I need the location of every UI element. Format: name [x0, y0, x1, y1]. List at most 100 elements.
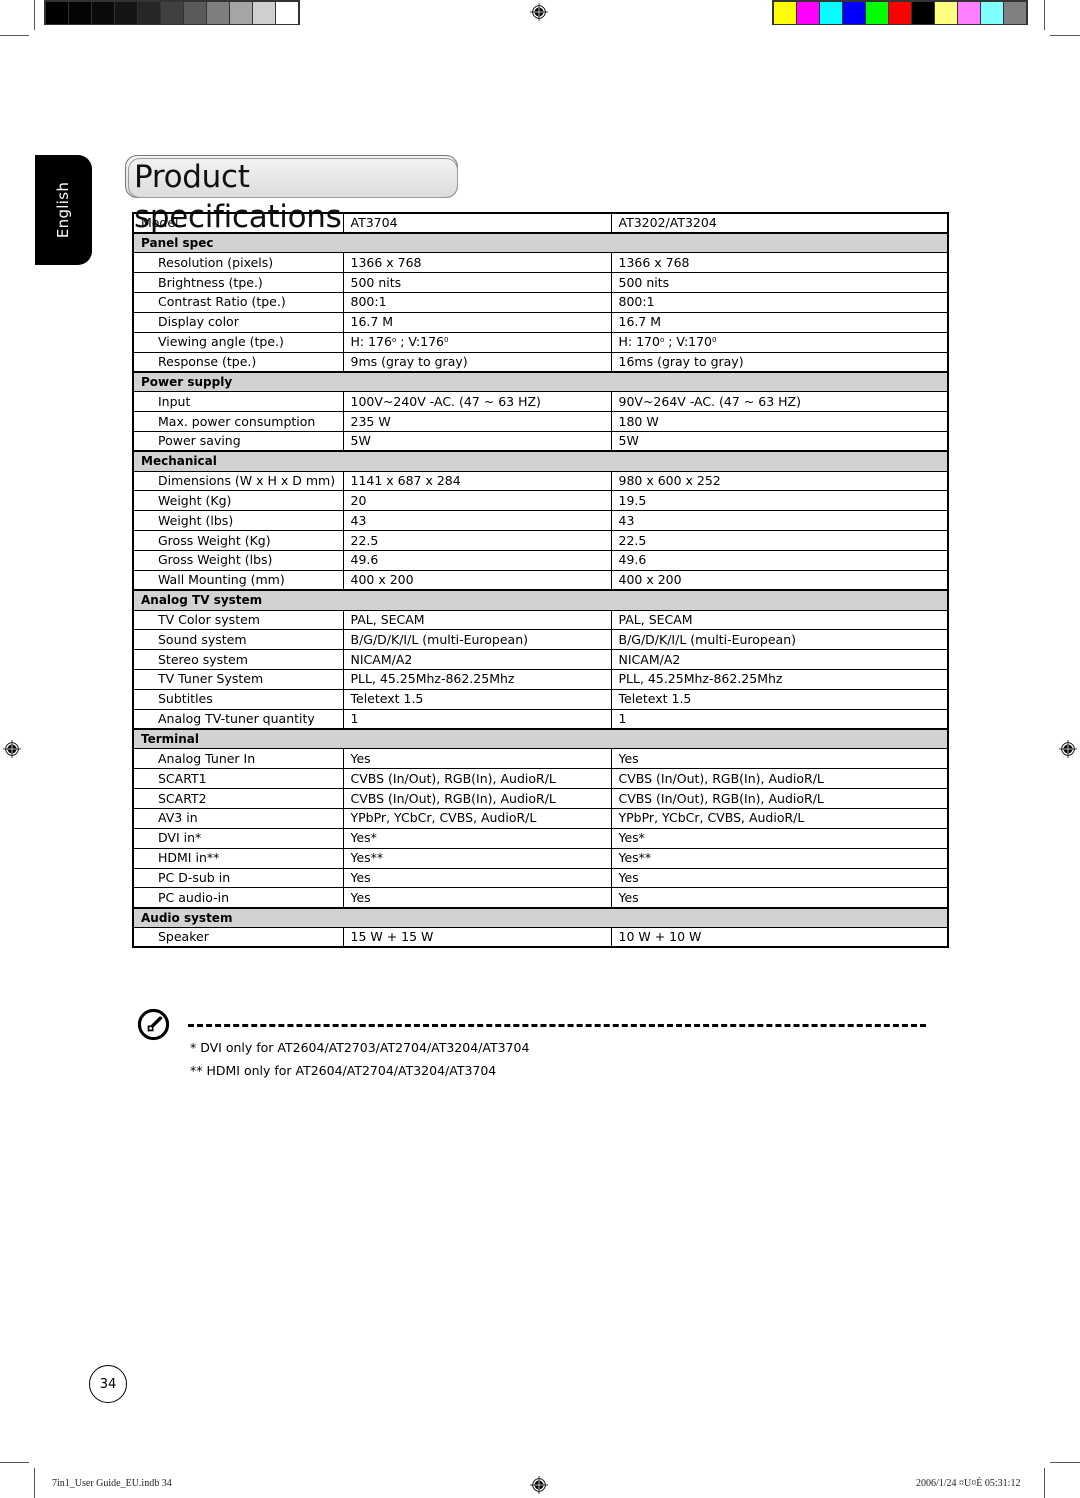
table-row: Response (tpe.) 9ms (gray to gray) 16ms (g…: [132, 351, 949, 373]
spec-label: Speaker: [132, 927, 344, 948]
table-row: Subtitles Teletext 1.5 Teletext 1.5: [132, 688, 949, 710]
spec-value-at3202-at3204: 800:1: [610, 292, 949, 313]
crop-mark-bottom-left-h: [0, 1462, 29, 1463]
spec-label: Analog Tuner In: [132, 748, 344, 770]
spec-value-at3704: 22.5: [342, 530, 612, 551]
table-row: PC D-sub in Yes Yes: [132, 867, 949, 889]
table-header-row: Model AT3704 AT3202/AT3204: [132, 212, 949, 234]
spec-label: Resolution (pixels): [132, 252, 344, 274]
table-row: Speaker 15 W + 15 W 10 W + 10 W: [132, 927, 949, 948]
gray-swatch: [276, 2, 298, 24]
gray-swatch: [184, 2, 206, 24]
table-row: PC audio-in Yes Yes: [132, 887, 949, 909]
section-heading: Mechanical: [132, 450, 949, 472]
spec-value-at3704: 5W: [342, 430, 612, 452]
crop-mark-top-left-h: [0, 35, 29, 36]
spec-value-at3202-at3204: B/G/D/K/I/L (multi-European): [610, 629, 949, 651]
header-cell-model-2: AT3202/AT3204: [610, 212, 949, 234]
gray-swatch: [115, 2, 137, 24]
spec-value-at3202-at3204: Yes: [610, 867, 949, 889]
section-heading: Audio system: [132, 906, 949, 929]
crop-mark-top-left-v: [34, 0, 35, 30]
spec-value-at3704: 1: [342, 708, 612, 730]
registration-mark-icon: [530, 3, 548, 21]
registration-mark-icon: [530, 1476, 548, 1494]
section-row-panel-spec: Panel spec: [132, 232, 949, 254]
spec-label: HDMI in**: [132, 847, 344, 869]
spec-label: Analog TV-tuner quantity: [132, 708, 344, 730]
section-heading: Analog TV system: [132, 589, 949, 611]
section-row-analog-tv-system: Analog TV system: [132, 589, 949, 611]
spec-label: Max. power consumption: [132, 411, 344, 432]
spec-value-at3704: 1366 x 768: [342, 252, 612, 274]
spec-value-at3202-at3204: H: 170o ; V:1700: [610, 331, 949, 353]
spec-value-at3202-at3204: CVBS (In/Out), RGB(In), AudioR/L: [610, 768, 949, 790]
color-swatch: [774, 2, 796, 24]
table-row: HDMI in** Yes** Yes**: [132, 847, 949, 869]
page-number-text: 34: [99, 1376, 117, 1392]
spec-value-at3202-at3204: 16ms (gray to gray): [610, 351, 949, 373]
spec-value-at3202-at3204: 19.5: [610, 490, 949, 512]
spec-label: Subtitles: [132, 688, 344, 710]
table-row: Viewing angle (tpe.) H: 176o ; V:1760 H: 1…: [132, 331, 949, 353]
crop-mark-bottom-left-v: [34, 1468, 35, 1498]
spec-value-at3704: 100V~240V -AC. (47 ~ 63 HZ): [342, 391, 612, 413]
spec-value-at3704: Yes: [342, 887, 612, 909]
gray-swatch: [92, 2, 114, 24]
table-row: AV3 in YPbPr, YCbCr, CVBS, AudioR/L YPbPr,…: [132, 807, 949, 829]
spec-value-at3704: 800:1: [342, 292, 612, 313]
color-swatch: [866, 2, 888, 24]
table-row: Dimensions (W x H x D mm) 1141 x 687 x 28…: [132, 470, 949, 492]
spec-label: Stereo system: [132, 649, 344, 671]
gray-swatch: [230, 2, 252, 24]
color-swatch: [958, 2, 980, 24]
spec-value-at3704: CVBS (In/Out), RGB(In), AudioR/L: [342, 768, 612, 790]
color-swatch: [981, 2, 1003, 24]
crop-mark-bottom-right-h: [1050, 1462, 1080, 1463]
table-row: Sound system B/G/D/K/I/L (multi-European)…: [132, 629, 949, 651]
spec-label: PC audio-in: [132, 887, 344, 909]
table-row: Analog TV-tuner quantity 1 1: [132, 708, 949, 730]
spec-label: Weight (Kg): [132, 490, 344, 512]
registration-mark-icon: [3, 740, 21, 758]
spec-label: Gross Weight (Kg): [132, 530, 344, 551]
table-row: Wall Mounting (mm) 400 x 200 400 x 200: [132, 569, 949, 591]
section-row-audio-system: Audio system: [132, 906, 949, 929]
table-row: Gross Weight (lbs) 49.6 49.6: [132, 550, 949, 571]
page-title-box: Product specifications: [125, 155, 458, 235]
gray-swatch: [207, 2, 229, 24]
spec-value-at3704: 400 x 200: [342, 569, 612, 591]
spec-value-at3202-at3204: NICAM/A2: [610, 649, 949, 671]
spec-label: Sound system: [132, 629, 344, 651]
degree-mark: 0: [444, 336, 449, 345]
spec-value-at3202-at3204: 400 x 200: [610, 569, 949, 591]
spec-label: Contrast Ratio (tpe.): [132, 292, 344, 313]
spec-value-at3202-at3204: Yes*: [610, 827, 949, 849]
spec-value-at3704: 16.7 M: [342, 311, 612, 333]
note-pen-icon: [137, 1008, 170, 1041]
section-heading: Terminal: [132, 728, 949, 750]
gray-swatch: [161, 2, 183, 24]
footer-timestamp: 2006/1/24 ¤U¤È 05:31:12: [916, 1478, 1021, 1489]
spec-label: PC D-sub in: [132, 867, 344, 889]
color-swatch: [797, 2, 819, 24]
spec-label: Wall Mounting (mm): [132, 569, 344, 591]
section-heading: Power supply: [132, 370, 949, 393]
table-row: Resolution (pixels) 1366 x 768 1366 x 768: [132, 252, 949, 274]
spec-value-at3202-at3204: 5W: [610, 430, 949, 452]
table-row: Stereo system NICAM/A2 NICAM/A2: [132, 649, 949, 671]
table-row: SCART2 CVBS (In/Out), RGB(In), AudioR/L CV…: [132, 788, 949, 809]
degree-mark: o: [659, 336, 665, 345]
color-swatch: [843, 2, 865, 24]
spec-label: TV Tuner System: [132, 669, 344, 690]
gray-swatch: [69, 2, 91, 24]
spec-label: SCART1: [132, 768, 344, 790]
spec-label: TV Color system: [132, 609, 344, 631]
spec-value-at3704: H: 176o ; V:1760: [342, 331, 612, 353]
table-row: TV Color system PAL, SECAM PAL, SECAM: [132, 609, 949, 631]
table-row: Contrast Ratio (tpe.) 800:1 800:1: [132, 292, 949, 313]
table-row: Gross Weight (Kg) 22.5 22.5: [132, 530, 949, 551]
spec-value-at3704: Yes: [342, 867, 612, 889]
table-row: Power saving 5W 5W: [132, 430, 949, 452]
footer-filename: 7in1_User Guide_EU.indb 34: [52, 1478, 172, 1489]
